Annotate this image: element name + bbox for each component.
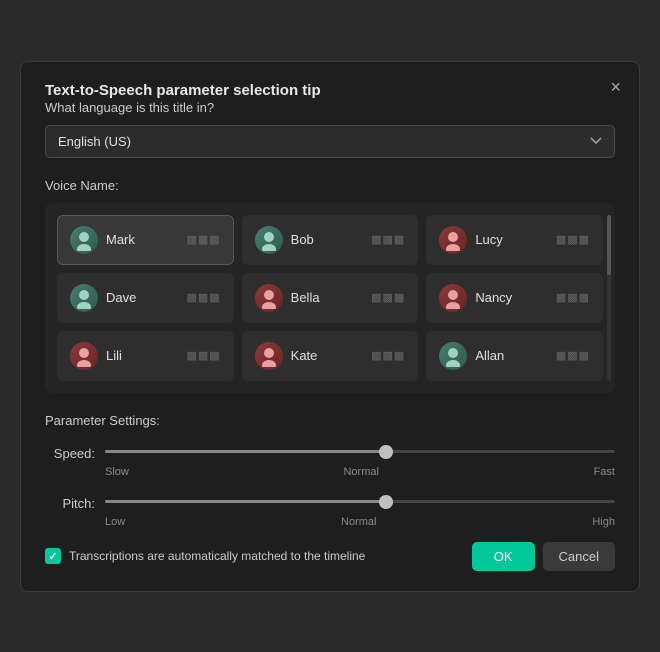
- pitch-min-label: Low: [105, 516, 125, 528]
- speed-min-label: Slow: [105, 466, 129, 478]
- voice-avatar-kate: [255, 342, 283, 370]
- voice-card-left: Lili: [70, 342, 122, 370]
- pitch-track: [105, 500, 615, 503]
- language-select[interactable]: English (US)English (UK)SpanishFrenchGer…: [45, 125, 615, 158]
- speed-thumb[interactable]: [379, 445, 393, 459]
- wave-icon-nancy: ▩▩▩: [556, 291, 590, 304]
- voice-card-left: Bob: [255, 226, 314, 254]
- wave-icon-kate: ▩▩▩: [371, 349, 405, 362]
- voice-name-bella: Bella: [291, 290, 320, 305]
- wave-icon-bella: ▩▩▩: [371, 291, 405, 304]
- voice-name-nancy: Nancy: [475, 290, 512, 305]
- wave-icon-lili: ▩▩▩: [186, 349, 220, 362]
- voice-avatar-mark: [70, 226, 98, 254]
- speed-fill: [105, 450, 386, 453]
- voice-name-bob: Bob: [291, 232, 314, 247]
- footer-row: ✓ Transcriptions are automatically match…: [45, 542, 615, 571]
- scrollbar-track[interactable]: [607, 215, 611, 381]
- voice-grid-container: Mark▩▩▩ Bob▩▩▩ Lucy▩▩▩ Dave▩▩▩ Bella▩▩▩ …: [45, 203, 615, 393]
- wave-icon-lucy: ▩▩▩: [556, 233, 590, 246]
- voice-name-allan: Allan: [475, 348, 504, 363]
- voice-card-lucy[interactable]: Lucy ▩▩▩: [426, 215, 603, 265]
- pitch-slider-wrapper: [105, 492, 615, 512]
- language-select-wrapper: English (US)English (UK)SpanishFrenchGer…: [45, 125, 615, 158]
- voice-card-left: Allan: [439, 342, 504, 370]
- voice-name-label: Voice Name:: [45, 178, 615, 193]
- pitch-labels: Low Normal High: [105, 516, 615, 528]
- voice-card-nancy[interactable]: Nancy ▩▩▩: [426, 273, 603, 323]
- language-question: What language is this title in?: [45, 100, 615, 115]
- voice-avatar-bob: [255, 226, 283, 254]
- speed-max-label: Fast: [594, 466, 615, 478]
- voice-card-left: Dave: [70, 284, 136, 312]
- pitch-slider-container: Low Normal High: [105, 492, 615, 528]
- button-row: OK Cancel: [472, 542, 615, 571]
- voice-card-bella[interactable]: Bella ▩▩▩: [242, 273, 419, 323]
- voice-name-lili: Lili: [106, 348, 122, 363]
- voice-avatar-dave: [70, 284, 98, 312]
- wave-icon-bob: ▩▩▩: [371, 233, 405, 246]
- speed-slider-wrapper: [105, 442, 615, 462]
- speed-row: Speed: Slow Normal Fast: [45, 442, 615, 478]
- voice-name-kate: Kate: [291, 348, 318, 363]
- close-button[interactable]: ×: [610, 78, 621, 96]
- voice-card-bob[interactable]: Bob ▩▩▩: [242, 215, 419, 265]
- speed-mid-label: Normal: [343, 466, 378, 478]
- voice-avatar-nancy: [439, 284, 467, 312]
- checkbox-label: Transcriptions are automatically matched…: [69, 549, 365, 563]
- scrollbar-thumb: [607, 215, 611, 275]
- voice-avatar-allan: [439, 342, 467, 370]
- param-settings-label: Parameter Settings:: [45, 413, 615, 428]
- checkbox-row: ✓ Transcriptions are automatically match…: [45, 548, 365, 564]
- wave-icon-dave: ▩▩▩: [186, 291, 220, 304]
- voice-name-dave: Dave: [106, 290, 136, 305]
- speed-label: Speed:: [45, 442, 95, 461]
- pitch-thumb[interactable]: [379, 495, 393, 509]
- voice-grid: Mark▩▩▩ Bob▩▩▩ Lucy▩▩▩ Dave▩▩▩ Bella▩▩▩ …: [57, 215, 603, 381]
- ok-button[interactable]: OK: [472, 542, 535, 571]
- voice-card-mark[interactable]: Mark ▩▩▩: [57, 215, 234, 265]
- wave-icon-mark: ▩▩▩: [186, 233, 220, 246]
- voice-avatar-bella: [255, 284, 283, 312]
- voice-card-lili[interactable]: Lili ▩▩▩: [57, 331, 234, 381]
- pitch-row: Pitch: Low Normal High: [45, 492, 615, 528]
- checkbox-check-icon: ✓: [48, 550, 57, 563]
- voice-card-left: Kate: [255, 342, 318, 370]
- voice-name-lucy: Lucy: [475, 232, 502, 247]
- voice-card-allan[interactable]: Allan ▩▩▩: [426, 331, 603, 381]
- speed-slider-container: Slow Normal Fast: [105, 442, 615, 478]
- pitch-fill: [105, 500, 386, 503]
- speed-track: [105, 450, 615, 453]
- cancel-button[interactable]: Cancel: [543, 542, 615, 571]
- pitch-mid-label: Normal: [341, 516, 376, 528]
- wave-icon-allan: ▩▩▩: [556, 349, 590, 362]
- voice-avatar-lili: [70, 342, 98, 370]
- speed-labels: Slow Normal Fast: [105, 466, 615, 478]
- auto-match-checkbox[interactable]: ✓: [45, 548, 61, 564]
- voice-card-kate[interactable]: Kate ▩▩▩: [242, 331, 419, 381]
- param-section: Parameter Settings: Speed: Slow Normal F…: [45, 413, 615, 528]
- voice-avatar-lucy: [439, 226, 467, 254]
- voice-card-left: Mark: [70, 226, 135, 254]
- voice-card-left: Lucy: [439, 226, 502, 254]
- pitch-label: Pitch:: [45, 492, 95, 511]
- dialog-title: Text-to-Speech parameter selection tip: [45, 82, 321, 99]
- pitch-max-label: High: [592, 516, 615, 528]
- tts-dialog: Text-to-Speech parameter selection tip ×…: [20, 61, 640, 592]
- voice-card-dave[interactable]: Dave ▩▩▩: [57, 273, 234, 323]
- voice-card-left: Bella: [255, 284, 320, 312]
- voice-name-mark: Mark: [106, 232, 135, 247]
- voice-section: Voice Name: Mark ▩▩▩ Bob ▩▩▩ Lucy ▩▩▩ Dave ▩…: [45, 178, 615, 393]
- voice-card-left: Nancy: [439, 284, 512, 312]
